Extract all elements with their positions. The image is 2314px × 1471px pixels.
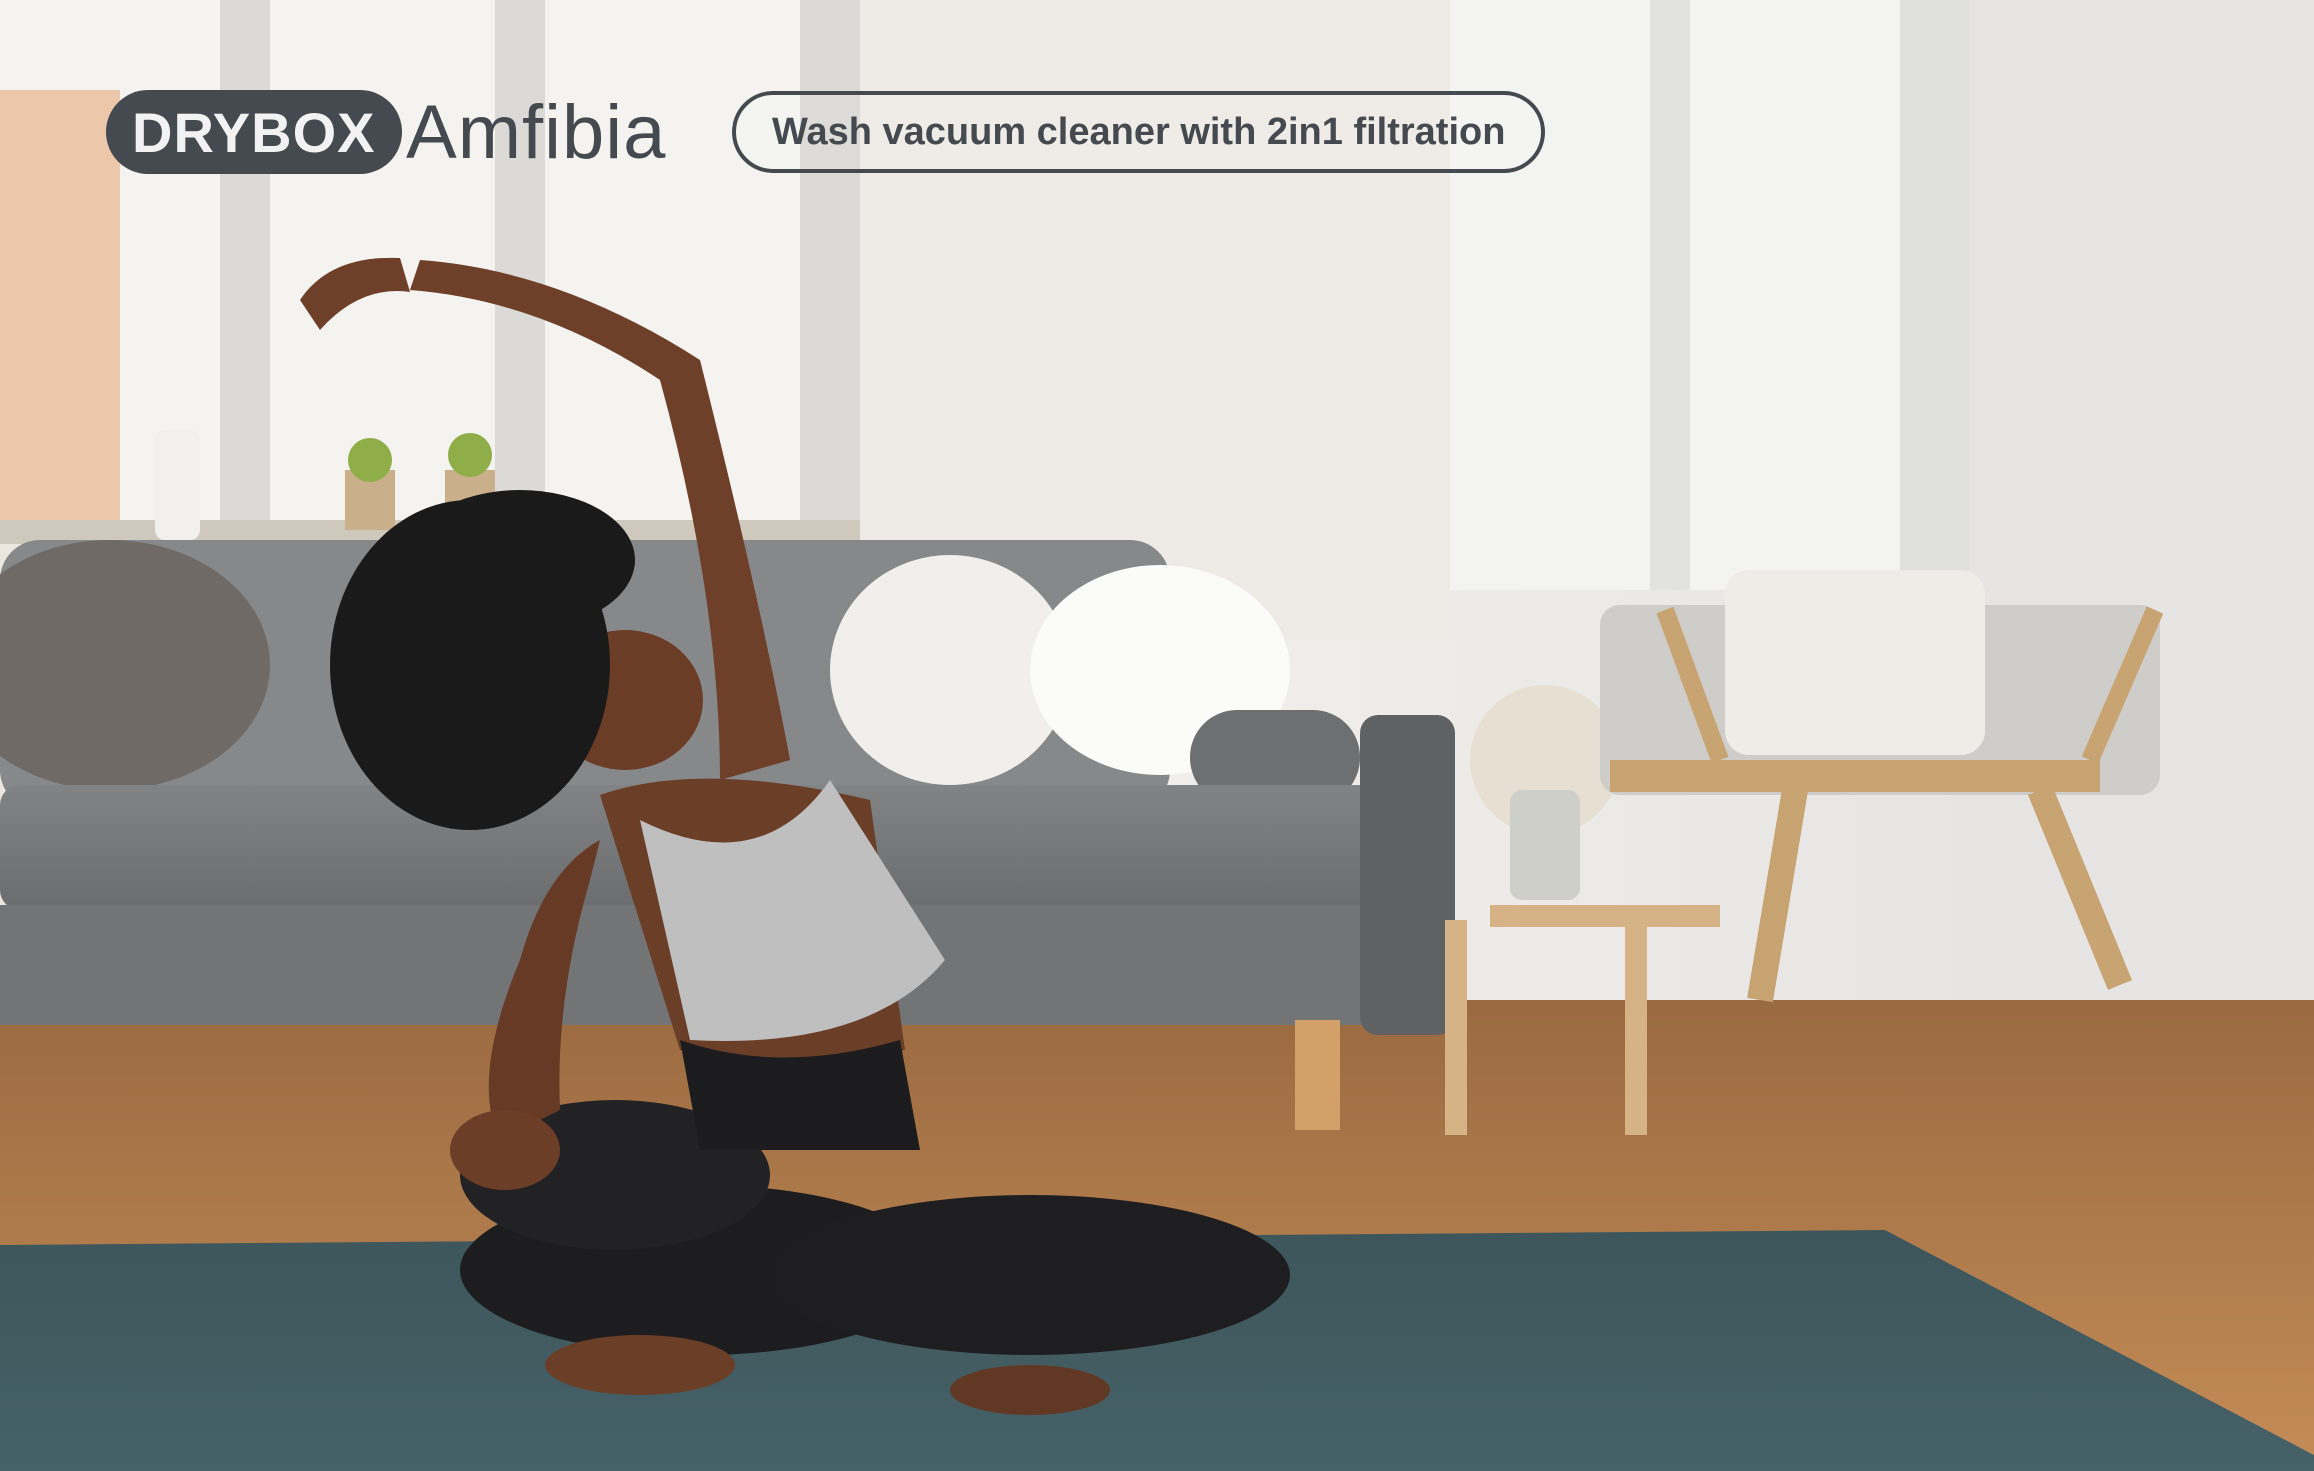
tagline-text: Wash vacuum cleaner with 2in1 filtration: [772, 110, 1506, 153]
hero-photo: [0, 0, 2314, 1471]
product-name: Amfibia: [406, 89, 667, 175]
brand-name: DRYBOX: [132, 100, 376, 164]
tagline-pill: Wash vacuum cleaner with 2in1 filtration: [732, 91, 1546, 173]
brand-logo-pill: DRYBOX: [106, 90, 402, 174]
living-room-scene-image: [0, 0, 2314, 1471]
